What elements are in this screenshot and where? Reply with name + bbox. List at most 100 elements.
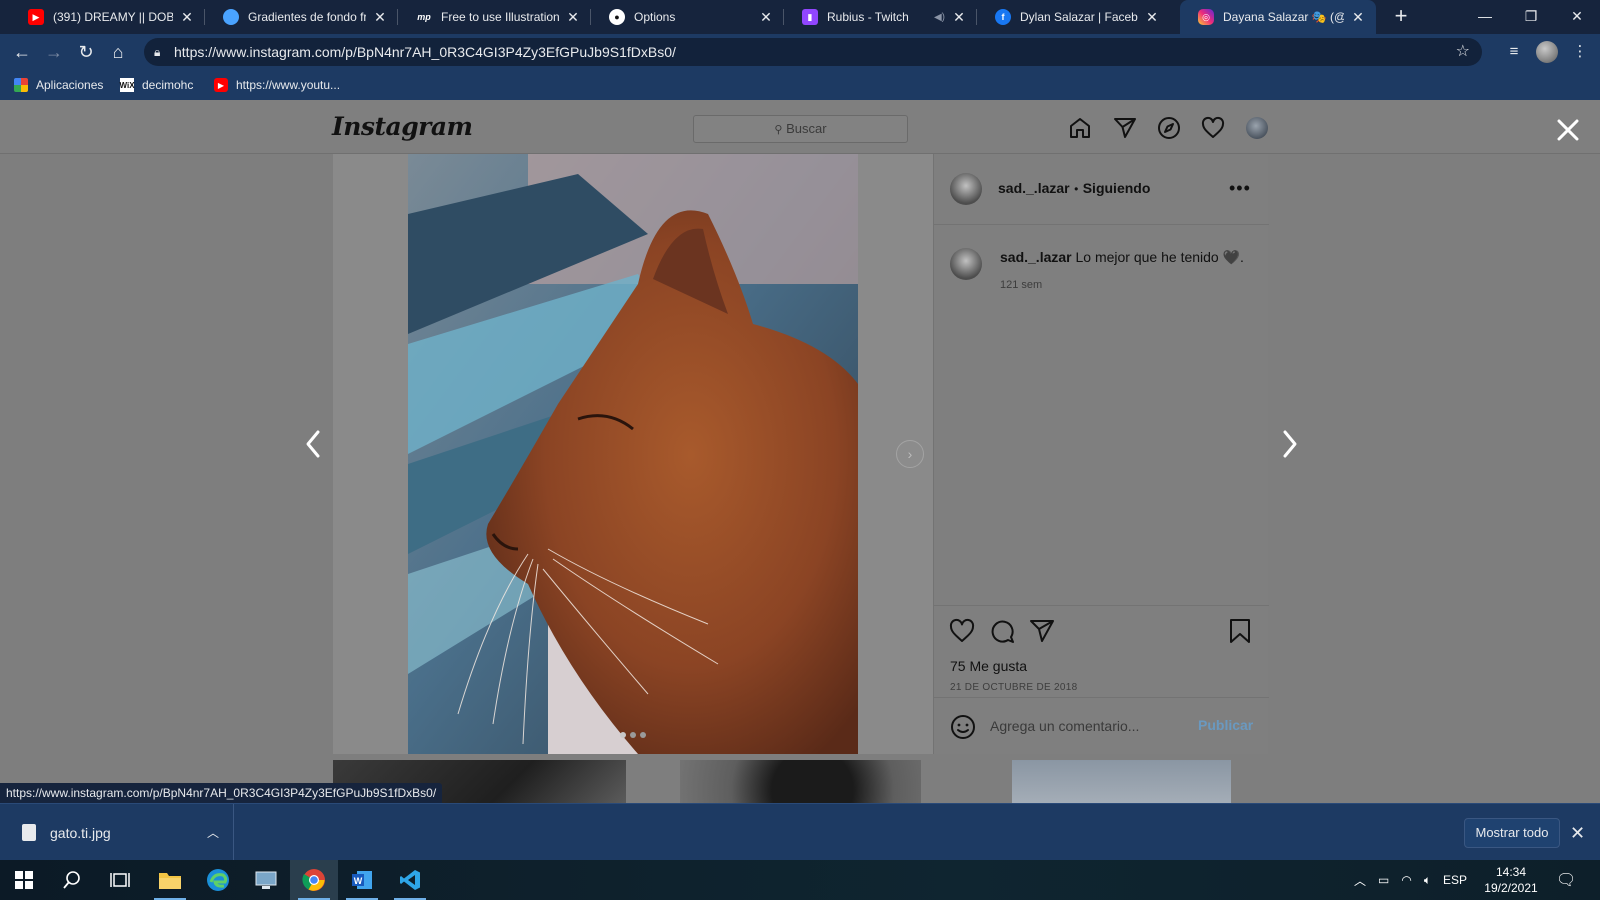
bookmark-label: https://www.youtu... bbox=[236, 78, 341, 92]
tab-youtube[interactable]: ▶ (391) DREAMY || DOBLE H ✕ bbox=[10, 0, 205, 34]
bookmark-decimohc[interactable]: WiX decimohc bbox=[119, 70, 193, 100]
author-username[interactable]: sad._.lazar bbox=[998, 180, 1070, 196]
close-icon[interactable]: ✕ bbox=[1350, 9, 1366, 26]
status-bar-url: https://www.instagram.com/p/BpN4nr7AH_0R… bbox=[0, 783, 443, 803]
avatar[interactable] bbox=[1246, 117, 1268, 139]
home-icon[interactable] bbox=[1068, 116, 1092, 140]
tab-instagram[interactable]: ◎ Dayana Salazar 🎭 (@sad ✕ bbox=[1180, 0, 1376, 34]
download-filename: gato.ti.jpg bbox=[50, 824, 111, 841]
taskbar-word[interactable]: W bbox=[338, 860, 386, 900]
share-icon[interactable] bbox=[1029, 618, 1055, 644]
home-button[interactable]: ⌂ bbox=[106, 40, 130, 64]
taskbar-network-app[interactable] bbox=[242, 860, 290, 900]
search-icon: ⚲ bbox=[774, 124, 783, 136]
task-view-icon bbox=[110, 873, 130, 887]
caption-time[interactable]: 121 sem bbox=[1000, 279, 1042, 291]
taskbar-edge[interactable] bbox=[194, 860, 242, 900]
more-options-icon[interactable]: ••• bbox=[1229, 178, 1251, 199]
browser-toolbar: ← → ↻ ⌂ 🔒︎ https://www.instagram.com/p/B… bbox=[0, 34, 1600, 70]
close-icon[interactable]: ✕ bbox=[565, 9, 581, 26]
svg-text:W: W bbox=[354, 876, 363, 886]
reload-button[interactable]: ↻ bbox=[74, 40, 98, 64]
grid-thumbnail[interactable] bbox=[680, 760, 921, 803]
edge-icon bbox=[207, 869, 229, 891]
profile-avatar[interactable] bbox=[1536, 41, 1558, 63]
bookmark-star-icon[interactable]: ☆ bbox=[1456, 38, 1470, 66]
media-control-icon[interactable]: ≡ bbox=[1504, 42, 1524, 62]
next-post-arrow[interactable] bbox=[1277, 427, 1301, 461]
post-date[interactable]: 21 DE OCTUBRE DE 2018 bbox=[950, 682, 1077, 693]
bookmark-save-icon[interactable] bbox=[1227, 618, 1253, 644]
show-all-button[interactable]: Mostrar todo bbox=[1464, 818, 1560, 848]
tab-label: Rubius - Twitch bbox=[827, 10, 909, 24]
speaker-muted-icon[interactable]: ◀) bbox=[934, 12, 945, 23]
volume-icon[interactable]: 🔈︎ bbox=[1424, 873, 1431, 888]
comment-icon[interactable] bbox=[989, 618, 1015, 644]
taskbar-file-explorer[interactable] bbox=[146, 860, 194, 900]
search-input[interactable]: ⚲ Buscar bbox=[693, 115, 908, 143]
heart-icon[interactable] bbox=[1201, 116, 1225, 140]
computer-network-icon bbox=[255, 871, 277, 889]
lock-icon[interactable]: 🔒︎ bbox=[154, 38, 160, 66]
address-bar[interactable]: 🔒︎ https://www.instagram.com/p/BpN4nr7AH… bbox=[144, 38, 1482, 66]
publish-button[interactable]: Publicar bbox=[1198, 717, 1253, 733]
close-icon[interactable]: ✕ bbox=[179, 9, 195, 26]
start-button[interactable] bbox=[0, 860, 48, 900]
close-icon[interactable]: ✕ bbox=[1570, 818, 1585, 848]
bookmarks-bar: Aplicaciones WiX decimohc ▶ https://www.… bbox=[0, 70, 1600, 100]
direct-icon[interactable] bbox=[1113, 116, 1137, 140]
bookmark-apps[interactable]: Aplicaciones bbox=[14, 70, 103, 100]
tab-twitch[interactable]: ▮ Rubius - Twitch ◀) ✕ bbox=[784, 0, 977, 34]
separator-dot: • bbox=[1074, 182, 1079, 196]
comment-bar: Publicar bbox=[934, 697, 1269, 754]
window-close-button[interactable]: ✕ bbox=[1554, 0, 1600, 34]
grid-thumbnail[interactable] bbox=[1012, 760, 1231, 803]
new-tab-button[interactable]: + bbox=[1388, 4, 1414, 30]
tab-label: Gradientes de fondo fres bbox=[248, 10, 366, 24]
likes-count[interactable]: 75 Me gusta bbox=[950, 658, 1027, 674]
caption-username[interactable]: sad._.lazar bbox=[1000, 249, 1072, 265]
chevron-up-icon[interactable]: ︿ bbox=[207, 824, 219, 841]
restore-button[interactable]: ❐ bbox=[1508, 0, 1554, 34]
chevron-up-icon[interactable]: ︿ bbox=[1354, 872, 1366, 889]
tab-label: Dayana Salazar 🎭 (@sad bbox=[1223, 10, 1344, 24]
close-icon[interactable] bbox=[1554, 116, 1582, 144]
tab-options[interactable]: ● Options ✕ bbox=[591, 0, 784, 34]
explore-icon[interactable] bbox=[1157, 116, 1181, 140]
taskbar-chrome[interactable] bbox=[290, 860, 338, 900]
close-icon[interactable]: ✕ bbox=[951, 9, 967, 26]
comment-input[interactable] bbox=[990, 715, 1190, 737]
forward-button[interactable]: → bbox=[42, 40, 66, 64]
tab-facebook[interactable]: f Dylan Salazar | Facebook ✕ bbox=[977, 0, 1170, 34]
caption-avatar[interactable] bbox=[950, 248, 982, 280]
task-view-button[interactable] bbox=[96, 860, 144, 900]
wifi-icon[interactable]: ◠ bbox=[1401, 873, 1411, 887]
vscode-icon bbox=[400, 870, 420, 890]
emoji-icon[interactable] bbox=[950, 714, 976, 740]
windows-logo-icon bbox=[15, 871, 33, 889]
close-icon[interactable]: ✕ bbox=[758, 9, 774, 26]
close-icon[interactable]: ✕ bbox=[372, 9, 388, 26]
close-icon[interactable]: ✕ bbox=[1144, 9, 1160, 26]
bookmark-youtube[interactable]: ▶ https://www.youtu... bbox=[214, 70, 340, 100]
language-indicator[interactable]: ESP bbox=[1443, 873, 1467, 887]
prev-post-arrow[interactable] bbox=[302, 427, 326, 461]
like-heart-icon[interactable] bbox=[949, 618, 975, 644]
minimize-button[interactable]: — bbox=[1462, 0, 1508, 34]
menu-kebab-icon[interactable]: ⋮ bbox=[1570, 42, 1590, 62]
tab-illustrations[interactable]: mp Free to use Illustrations b ✕ bbox=[398, 0, 591, 34]
follow-status-button[interactable]: Siguiendo bbox=[1083, 180, 1151, 196]
author-avatar[interactable] bbox=[950, 173, 982, 205]
notifications-button[interactable]: 🗨︎ bbox=[1556, 860, 1576, 900]
post-photo[interactable] bbox=[408, 154, 858, 754]
search-button[interactable] bbox=[48, 860, 96, 900]
taskbar-vscode[interactable] bbox=[386, 860, 434, 900]
search-icon bbox=[63, 871, 80, 889]
clock[interactable]: 14:34 19/2/2021 bbox=[1474, 864, 1548, 896]
download-item[interactable]: gato.ti.jpg ︿ bbox=[10, 804, 234, 861]
instagram-logo[interactable]: Instagram bbox=[332, 112, 473, 141]
battery-icon[interactable]: ▭ bbox=[1378, 873, 1389, 887]
back-button[interactable]: ← bbox=[10, 40, 34, 64]
tab-gradientes[interactable]: Gradientes de fondo fres ✕ bbox=[205, 0, 398, 34]
carousel-next-button[interactable]: › bbox=[896, 440, 924, 468]
